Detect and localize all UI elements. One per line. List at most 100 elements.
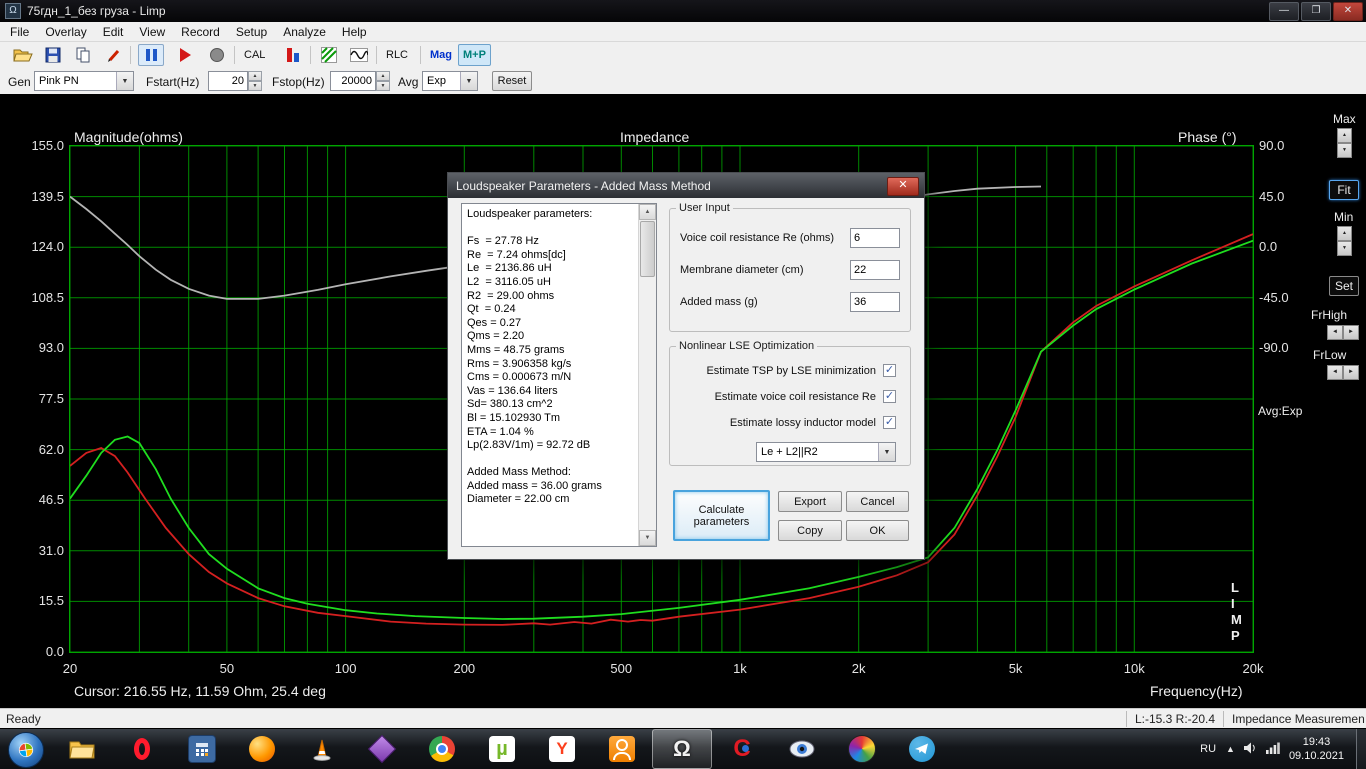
export-button[interactable]: Export bbox=[778, 491, 842, 512]
spin-up-icon[interactable]: ▲ bbox=[1337, 128, 1352, 143]
fit-button[interactable]: Fit bbox=[1329, 180, 1359, 200]
menu-overlay[interactable]: Overlay bbox=[37, 23, 94, 41]
fstop-spinner[interactable]: ▲ ▼ bbox=[376, 71, 390, 91]
record-button[interactable] bbox=[204, 44, 230, 66]
vlc-cone-icon bbox=[313, 739, 331, 761]
spin-down-icon[interactable]: ▼ bbox=[1337, 143, 1352, 158]
generator-type-select[interactable]: Pink PN ▼ bbox=[34, 71, 134, 91]
x-tick-label: 5k bbox=[1008, 661, 1023, 676]
diameter-field[interactable] bbox=[850, 260, 900, 280]
taskbar-gem-app[interactable] bbox=[352, 729, 412, 769]
minimize-button[interactable]: — bbox=[1269, 2, 1299, 21]
menu-setup[interactable]: Setup bbox=[228, 23, 275, 41]
spin-up-icon[interactable]: ▲ bbox=[248, 71, 262, 81]
frlow-spinner[interactable]: ◄ ► bbox=[1327, 365, 1359, 380]
max-spinner[interactable]: ▲ ▼ bbox=[1337, 128, 1352, 158]
taskbar-eye-app[interactable] bbox=[772, 729, 832, 769]
dialog-close-button[interactable]: ✕ bbox=[887, 177, 919, 196]
window-titlebar[interactable]: Ω 75гдн_1_без груза - Limp — ❐ ✕ bbox=[0, 0, 1366, 22]
fstart-input[interactable] bbox=[208, 71, 248, 91]
taskbar-yandex[interactable]: Y bbox=[532, 729, 592, 769]
taskbar-telegram[interactable] bbox=[892, 729, 952, 769]
menu-analyze[interactable]: Analyze bbox=[275, 23, 334, 41]
spin-up-icon[interactable]: ▲ bbox=[376, 71, 390, 81]
taskbar-utorrent[interactable]: µ bbox=[472, 729, 532, 769]
spin-left-icon[interactable]: ◄ bbox=[1327, 365, 1343, 380]
parameters-text-box[interactable]: Loudspeaker parameters: Fs = 27.78 Hz Re… bbox=[461, 203, 657, 547]
taskbar-arta[interactable]: C bbox=[712, 729, 772, 769]
cancel-button[interactable]: Cancel bbox=[846, 491, 909, 512]
language-indicator[interactable]: RU bbox=[1200, 743, 1216, 755]
rlc-button[interactable]: RLC bbox=[382, 44, 412, 66]
mag-button[interactable]: Mag bbox=[426, 44, 456, 66]
network-icon[interactable] bbox=[1265, 742, 1280, 757]
taskbar-firefox[interactable] bbox=[232, 729, 292, 769]
dialog-titlebar[interactable]: Loudspeaker Parameters - Added Mass Meth… bbox=[448, 173, 924, 198]
menu-file[interactable]: File bbox=[2, 23, 37, 41]
spin-left-icon[interactable]: ◄ bbox=[1327, 325, 1343, 340]
play-button[interactable] bbox=[172, 44, 198, 66]
x-tick-label: 50 bbox=[219, 661, 235, 676]
taskbar-chrome[interactable] bbox=[412, 729, 472, 769]
show-desktop-button[interactable] bbox=[1356, 729, 1366, 769]
parameters-scrollbar[interactable]: ▲ ▼ bbox=[638, 204, 656, 546]
copy-button-dialog[interactable]: Copy bbox=[778, 520, 842, 541]
open-button[interactable] bbox=[10, 44, 36, 66]
taskbar-vlc[interactable] bbox=[292, 729, 352, 769]
mag-phase-button[interactable]: M+P bbox=[458, 44, 491, 66]
clock[interactable]: 19:43 09.10.2021 bbox=[1289, 735, 1344, 763]
reset-button[interactable]: Reset bbox=[492, 71, 532, 91]
generator-button[interactable] bbox=[316, 44, 342, 66]
fstart-stepper[interactable]: ▲▼ bbox=[208, 71, 262, 91]
copy-button[interactable] bbox=[70, 44, 96, 66]
menu-view[interactable]: View bbox=[131, 23, 173, 41]
taskbar-limp[interactable]: Ω bbox=[652, 729, 712, 769]
scroll-up-button[interactable]: ▲ bbox=[639, 204, 656, 220]
frhigh-spinner[interactable]: ◄ ► bbox=[1327, 325, 1359, 340]
cal-button[interactable]: CAL bbox=[240, 44, 269, 66]
close-button[interactable]: ✕ bbox=[1333, 2, 1363, 21]
min-label: Min bbox=[1334, 210, 1354, 224]
taskbar-calculator[interactable] bbox=[172, 729, 232, 769]
min-spinner[interactable]: ▲ ▼ bbox=[1337, 226, 1352, 256]
menu-record[interactable]: Record bbox=[173, 23, 228, 41]
ok-button[interactable]: OK bbox=[846, 520, 909, 541]
pen-tool-button[interactable] bbox=[100, 44, 126, 66]
dialog-title: Loudspeaker Parameters - Added Mass Meth… bbox=[456, 178, 711, 193]
added-mass-field[interactable] bbox=[850, 292, 900, 312]
maximize-button[interactable]: ❐ bbox=[1301, 2, 1331, 21]
left-axis-title: Magnitude(ohms) bbox=[74, 129, 183, 145]
re-field[interactable] bbox=[850, 228, 900, 248]
taskbar-color-sphere[interactable] bbox=[832, 729, 892, 769]
menu-edit[interactable]: Edit bbox=[95, 23, 132, 41]
estimate-inductor-checkbox[interactable] bbox=[883, 416, 896, 429]
chevron-up-icon[interactable]: ▲ bbox=[1226, 744, 1235, 754]
inductor-model-select[interactable]: Le + L2||R2 ▼ bbox=[756, 442, 896, 462]
start-button[interactable] bbox=[8, 732, 44, 768]
taskbar-explorer[interactable] bbox=[52, 729, 112, 769]
spin-right-icon[interactable]: ► bbox=[1343, 365, 1359, 380]
spin-down-icon[interactable]: ▼ bbox=[376, 81, 390, 91]
taskbar-odnoklassniki[interactable] bbox=[592, 729, 652, 769]
calculate-parameters-button[interactable]: Calculate parameters bbox=[673, 490, 770, 541]
pause-button[interactable] bbox=[138, 44, 164, 66]
sine-button[interactable] bbox=[346, 44, 372, 66]
fstop-stepper[interactable]: ▲▼ bbox=[330, 71, 390, 91]
spin-right-icon[interactable]: ► bbox=[1343, 325, 1359, 340]
fstop-input[interactable] bbox=[330, 71, 376, 91]
taskbar-opera[interactable] bbox=[112, 729, 172, 769]
spin-down-icon[interactable]: ▼ bbox=[1337, 241, 1352, 256]
spin-up-icon[interactable]: ▲ bbox=[1337, 226, 1352, 241]
scroll-down-button[interactable]: ▼ bbox=[639, 530, 656, 546]
menu-help[interactable]: Help bbox=[334, 23, 375, 41]
save-button[interactable] bbox=[40, 44, 66, 66]
avg-select[interactable]: Exp ▼ bbox=[422, 71, 478, 91]
estimate-re-checkbox[interactable] bbox=[883, 390, 896, 403]
fstart-spinner[interactable]: ▲ ▼ bbox=[248, 71, 262, 91]
estimate-tsp-checkbox[interactable] bbox=[883, 364, 896, 377]
spin-down-icon[interactable]: ▼ bbox=[248, 81, 262, 91]
set-button[interactable]: Set bbox=[1329, 276, 1359, 296]
spectrum-button[interactable] bbox=[280, 44, 306, 66]
scroll-thumb[interactable] bbox=[640, 221, 655, 277]
volume-icon[interactable] bbox=[1243, 742, 1257, 757]
